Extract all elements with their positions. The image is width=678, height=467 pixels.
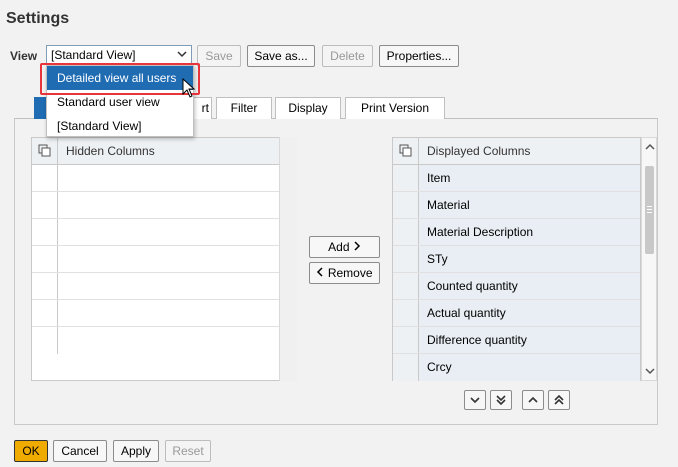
select-all-icon[interactable] xyxy=(32,138,58,164)
move-down-button[interactable] xyxy=(464,390,486,410)
mouse-cursor-icon xyxy=(182,77,196,101)
hidden-columns-table: Hidden Columns xyxy=(31,137,297,381)
dropdown-option-standard-view[interactable]: [Standard View] xyxy=(47,114,193,138)
table-row[interactable]: Actual quantity xyxy=(393,300,640,327)
table-row[interactable] xyxy=(32,192,296,219)
displayed-columns-table: Displayed Columns Item Material Material… xyxy=(392,137,641,381)
properties-button[interactable]: Properties... xyxy=(379,45,459,67)
table-row[interactable] xyxy=(32,327,296,354)
save-button[interactable]: Save xyxy=(197,45,241,67)
remove-button-label: Remove xyxy=(327,266,373,280)
chevron-down-icon xyxy=(177,47,187,64)
move-to-bottom-button[interactable] xyxy=(490,390,512,410)
chevron-left-icon xyxy=(316,266,327,280)
table-row[interactable]: Material Description xyxy=(393,219,640,246)
add-button[interactable]: Add xyxy=(309,236,380,258)
scroll-down-icon[interactable] xyxy=(645,364,655,378)
table-row[interactable]: Counted quantity xyxy=(393,273,640,300)
view-label: View xyxy=(10,49,38,63)
displayed-columns-scrollbar[interactable] xyxy=(641,137,657,381)
table-row[interactable]: Material xyxy=(393,192,640,219)
hidden-columns-header: Hidden Columns xyxy=(32,138,296,165)
table-row[interactable] xyxy=(32,273,296,300)
hidden-columns-header-label: Hidden Columns xyxy=(66,144,155,158)
table-row[interactable]: Difference quantity xyxy=(393,327,640,354)
view-select-value: [Standard View] xyxy=(51,48,136,62)
displayed-columns-header-label: Displayed Columns xyxy=(427,144,531,158)
tab-print-version[interactable]: Print Version xyxy=(345,97,445,119)
reset-button[interactable]: Reset xyxy=(165,440,211,462)
displayed-columns-header: Displayed Columns xyxy=(393,138,640,165)
double-chevron-down-icon xyxy=(496,395,506,406)
chevron-down-icon xyxy=(470,397,480,404)
highlight-annotation xyxy=(40,63,200,95)
tab-filter[interactable]: Filter xyxy=(216,97,272,119)
tab-display[interactable]: Display xyxy=(275,97,341,119)
chevron-up-icon xyxy=(528,396,538,403)
cancel-button[interactable]: Cancel xyxy=(53,440,107,462)
table-row[interactable] xyxy=(32,219,296,246)
apply-button[interactable]: Apply xyxy=(113,440,159,462)
scrollbar-thumb[interactable] xyxy=(645,166,654,254)
delete-button[interactable]: Delete xyxy=(322,45,373,67)
table-row[interactable] xyxy=(32,246,296,273)
dialog-title: Settings xyxy=(6,10,70,27)
chevron-right-icon xyxy=(353,240,361,254)
hidden-columns-scrollbar[interactable] xyxy=(279,137,297,381)
select-all-icon[interactable] xyxy=(393,138,419,164)
table-row[interactable]: STy xyxy=(393,246,640,273)
add-button-label: Add xyxy=(328,240,350,254)
table-row[interactable]: Item xyxy=(393,165,640,192)
double-chevron-up-icon xyxy=(554,394,564,405)
scroll-up-icon[interactable] xyxy=(645,140,655,154)
table-row[interactable] xyxy=(32,165,296,192)
save-as-button[interactable]: Save as... xyxy=(247,45,315,67)
remove-button[interactable]: Remove xyxy=(309,262,380,284)
table-row[interactable]: Crcy xyxy=(393,354,640,381)
move-to-top-button[interactable] xyxy=(548,390,570,410)
move-up-button[interactable] xyxy=(522,390,544,410)
ok-button[interactable]: OK xyxy=(14,440,48,462)
table-row[interactable] xyxy=(32,300,296,327)
